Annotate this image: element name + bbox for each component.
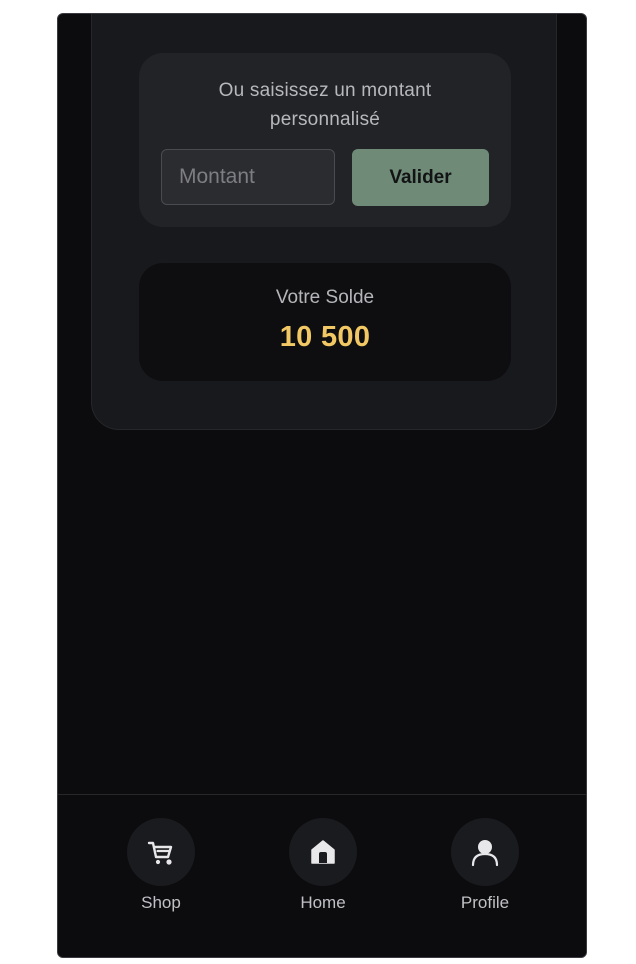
amount-input[interactable] — [161, 149, 335, 205]
nav-item-shop[interactable]: Shop — [111, 818, 211, 913]
nav-label-profile: Profile — [460, 893, 510, 912]
nav-label-home: Home — [300, 893, 346, 912]
home-icon — [289, 818, 357, 886]
custom-amount-panel: Ou saisissez un montant personnalisé Val… — [139, 53, 511, 227]
recharge-card: Ou saisissez un montant personnalisé Val… — [91, 14, 557, 430]
balance-label: Votre Solde — [275, 287, 375, 308]
user-icon — [451, 818, 519, 886]
app-screen: Ou saisissez un montant personnalisé Val… — [57, 13, 587, 958]
balance-value: 10 500 — [279, 321, 371, 353]
validate-button[interactable]: Valider — [352, 149, 489, 206]
bottom-nav: Shop Home Profile — [58, 794, 586, 957]
custom-amount-prompt: Ou saisissez un montant personnalisé — [218, 80, 432, 130]
nav-label-shop: Shop — [141, 893, 181, 912]
balance-panel: Votre Solde 10 500 — [139, 263, 511, 381]
nav-item-profile[interactable]: Profile — [435, 818, 535, 913]
cart-icon — [127, 818, 195, 886]
nav-item-home[interactable]: Home — [273, 818, 373, 913]
